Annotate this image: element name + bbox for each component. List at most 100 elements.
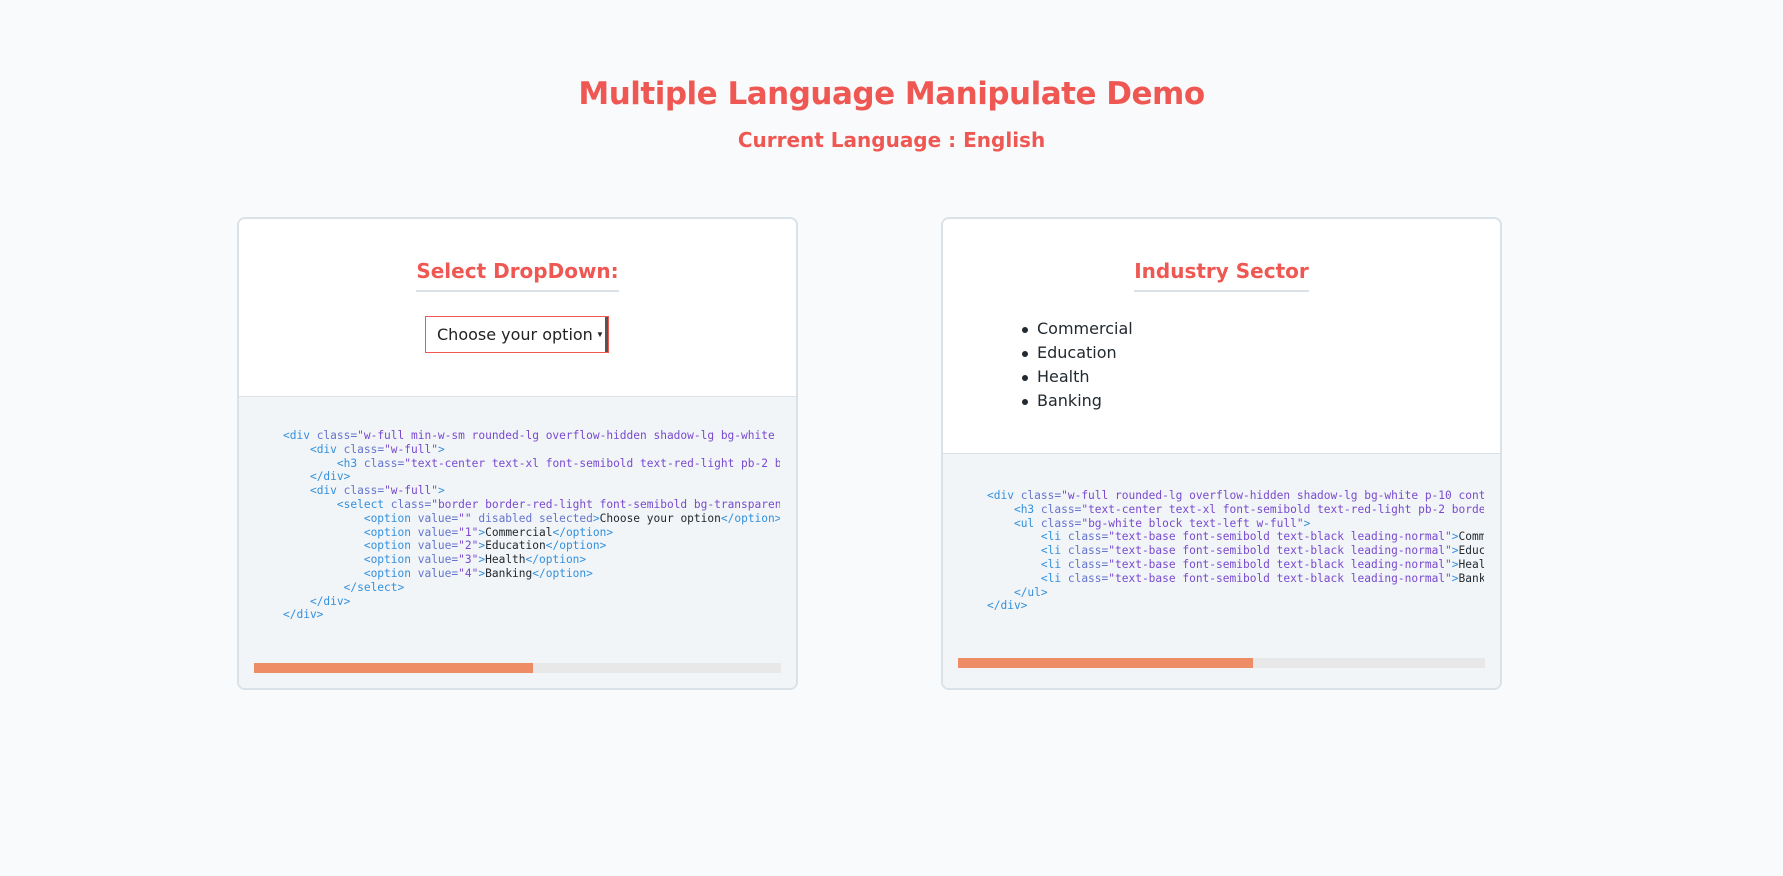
code-token: "text-base font-semibold text-black lead…	[1108, 571, 1452, 585]
sector-code-block: <div class="w-full rounded-lg overflow-h…	[987, 489, 1484, 613]
code-token: >	[1451, 557, 1459, 571]
code-line: <div class="w-full">	[283, 484, 780, 498]
code-token: <div	[987, 489, 1021, 502]
code-token: class=	[1067, 571, 1109, 585]
code-line: <select class="border border-red-light f…	[283, 498, 780, 512]
code-token: <option	[363, 539, 418, 553]
code-token: </option>	[532, 566, 593, 580]
code-token: "1"	[458, 525, 479, 539]
code-token: <option	[363, 511, 418, 525]
code-token: class=	[1040, 502, 1082, 516]
code-line: </select>	[283, 581, 780, 595]
code-token: Education	[485, 539, 546, 553]
code-token: Commercial	[1458, 530, 1484, 544]
sector-code-panel: <div class="w-full rounded-lg overflow-h…	[943, 453, 1500, 688]
code-token: <div	[309, 484, 344, 498]
code-line: </div>	[283, 595, 780, 609]
code-token: Health	[485, 553, 526, 567]
list-item: Health	[1022, 365, 1133, 389]
code-line: <option value="" disabled selected>Choos…	[283, 512, 780, 526]
dropdown-code-block: <div class="w-full min-w-sm rounded-lg o…	[283, 429, 780, 622]
code-token: </ul>	[1013, 585, 1048, 599]
code-token: >	[1451, 571, 1459, 585]
code-token: class=	[343, 442, 385, 456]
code-token: <li	[1040, 557, 1068, 571]
dropdown-code-scrollbar-thumb[interactable]	[254, 663, 534, 673]
code-token: value=	[417, 566, 459, 580]
code-token: class=	[363, 456, 405, 470]
code-token: class=	[1067, 544, 1109, 558]
code-token: </option>	[720, 511, 780, 525]
code-token: class=	[1020, 489, 1062, 502]
code-line: </div>	[283, 470, 780, 484]
sector-code-scrollbar-thumb[interactable]	[958, 658, 1254, 668]
code-token: "w-full"	[384, 484, 438, 498]
code-token: value=	[417, 511, 459, 525]
list-item: Commercial	[1022, 317, 1133, 341]
code-line: <li class="text-base font-semibold text-…	[987, 544, 1484, 558]
code-token: >	[1451, 530, 1459, 544]
code-line: </div>	[987, 599, 1484, 613]
code-token: class=	[316, 429, 358, 442]
dropdown-code-scrollbar[interactable]	[254, 663, 781, 673]
sector-list: Commercial Education Health Banking	[1022, 317, 1133, 413]
dropdown-card-heading: Select DropDown:	[239, 259, 796, 292]
code-token: <option	[363, 566, 418, 580]
code-line: <option value="1">Commercial</option>	[283, 526, 780, 540]
code-token: "w-full rounded-lg overflow-hidden shado…	[1061, 489, 1484, 502]
code-token: "3"	[458, 553, 479, 567]
code-token: >	[437, 484, 445, 498]
code-token: >	[1303, 516, 1311, 530]
code-token: "w-full min-w-sm rounded-lg overflow-hid…	[357, 429, 775, 442]
sector-card-heading: Industry Sector	[943, 259, 1500, 292]
code-token: </div>	[309, 594, 351, 608]
code-token: <select	[336, 497, 391, 511]
code-token: Health	[1458, 557, 1484, 571]
code-token: "border border-red-light font-semibold b…	[431, 497, 780, 511]
option-select[interactable]: Choose your option ▼	[425, 316, 609, 353]
code-token: <div	[283, 429, 317, 442]
code-token: "text-center text-xl font-semibold text-…	[1081, 502, 1484, 516]
sector-card: Industry Sector Commercial Education Hea…	[941, 217, 1502, 690]
code-token: "bg-white block text-left w-full"	[1081, 516, 1304, 530]
dropdown-card: Select DropDown: Choose your option ▼ <d…	[237, 217, 798, 690]
code-token: class=	[1040, 516, 1082, 530]
code-line: <li class="text-base font-semibold text-…	[987, 572, 1484, 586]
code-line: </ul>	[987, 586, 1484, 600]
code-line: <h3 class="text-center text-xl font-semi…	[283, 457, 780, 471]
code-token: Commercial	[485, 525, 553, 539]
code-token: </option>	[525, 553, 587, 567]
code-token: >	[1451, 544, 1459, 558]
code-token: "w-full"	[384, 442, 438, 456]
code-token: Banking	[485, 566, 533, 580]
code-token: "4"	[458, 566, 479, 580]
page-title: Multiple Language Manipulate Demo	[578, 76, 1205, 112]
code-token: value=	[417, 525, 459, 539]
sector-code-scrollbar[interactable]	[958, 658, 1485, 668]
code-token: <ul	[1013, 516, 1041, 530]
code-token: class=	[1067, 557, 1109, 571]
sector-card-preview: Industry Sector Commercial Education Hea…	[943, 219, 1500, 453]
code-line: <div class="w-full">	[283, 443, 780, 457]
dropdown-card-preview: Select DropDown: Choose your option ▼	[239, 219, 796, 396]
code-token: disabled selected	[471, 511, 593, 525]
code-token: </div>	[283, 608, 324, 622]
code-line: <ul class="bg-white block text-left w-fu…	[987, 517, 1484, 531]
code-token: <option	[363, 525, 418, 539]
dropdown-code-panel: <div class="w-full min-w-sm rounded-lg o…	[239, 396, 796, 688]
code-token: "text-base font-semibold text-black lead…	[1108, 544, 1452, 558]
chevron-down-icon: ▼	[595, 317, 608, 352]
code-token: class=	[343, 484, 385, 498]
code-token: "2"	[458, 539, 479, 553]
code-token: ""	[458, 511, 472, 525]
code-token: </div>	[309, 470, 351, 484]
